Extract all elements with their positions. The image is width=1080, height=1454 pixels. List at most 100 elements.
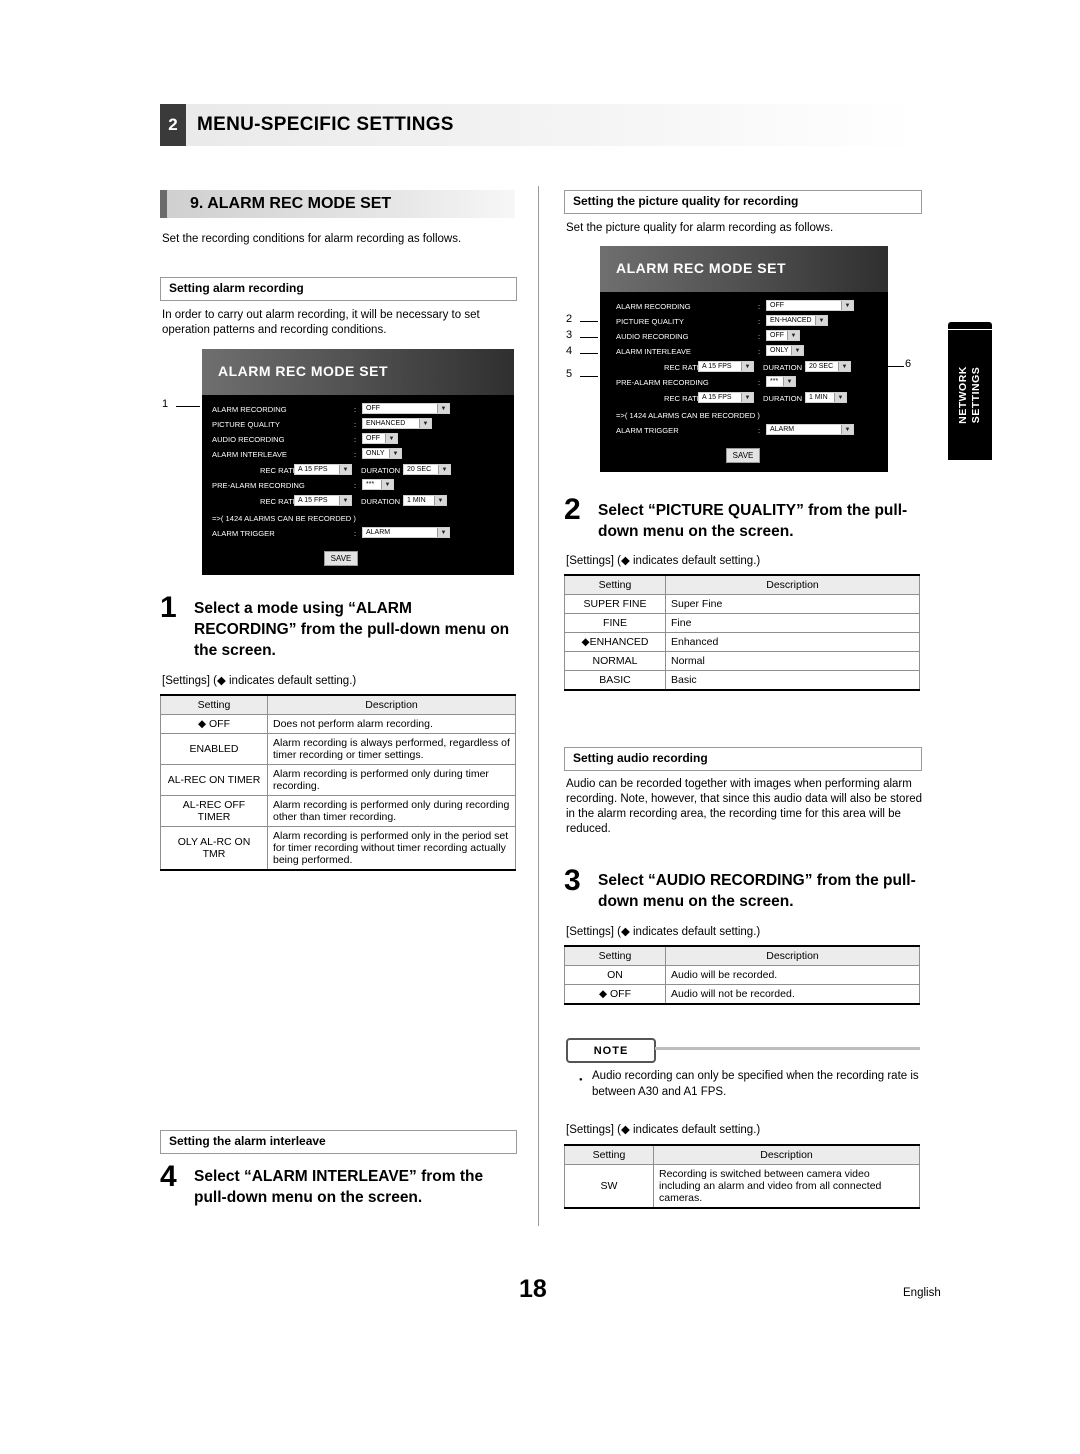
cell-description: Alarm recording is performed only in the… xyxy=(267,826,516,871)
chevron-down-icon: ▼ xyxy=(438,465,450,474)
callout-3: 3 xyxy=(566,329,573,341)
note-rule xyxy=(655,1047,920,1050)
column-divider xyxy=(538,186,539,1226)
chevron-down-icon: ▼ xyxy=(838,362,850,371)
chevron-down-icon: ▼ xyxy=(381,480,393,489)
callout-6-leader xyxy=(888,366,904,367)
dropdown-duration-2[interactable]: 1 MIN ▼ xyxy=(805,392,847,403)
row-colon-1: : xyxy=(758,302,761,311)
dropdown-alarm-trigger-value: ALARM xyxy=(770,426,795,433)
dropdown-alarm-interleave-value: ONLY xyxy=(366,450,385,457)
chevron-down-icon: ▼ xyxy=(841,425,853,434)
cell-setting: OLY AL-RC ON TMR xyxy=(160,826,268,871)
label-duration-1: DURATION : xyxy=(361,466,405,475)
chapter-title: MENU-SPECIFIC SETTINGS xyxy=(197,114,454,135)
dropdown-picture-quality[interactable]: EN-HANCED ▼ xyxy=(766,315,828,326)
dropdown-picture-quality[interactable]: ENHANCED ▼ xyxy=(362,418,432,429)
row-colon-6: : xyxy=(354,529,357,538)
dropdown-duration-2[interactable]: 1 MIN ▼ xyxy=(403,495,447,506)
language-label: English xyxy=(903,1287,941,1299)
screen-alarm-rec-mode-set-right: ALARM REC MODE SET ALARM RECORDING : OFF… xyxy=(600,246,888,472)
chevron-down-icon: ▼ xyxy=(841,301,853,310)
chevron-down-icon: ▼ xyxy=(741,362,753,371)
table-row: OLY AL-RC ON TMR Alarm recording is perf… xyxy=(160,826,516,871)
step-2-number: 2 xyxy=(564,493,581,526)
dropdown-duration-1[interactable]: 20 SEC ▼ xyxy=(403,464,451,475)
row-label-alarm-recording: ALARM RECORDING xyxy=(212,405,287,414)
callout-5-leader xyxy=(580,376,598,377)
left-sub1-body: In order to carry out alarm recording, i… xyxy=(162,309,480,336)
dropdown-alarm-trigger[interactable]: ALARM ▼ xyxy=(766,424,854,435)
cell-description: Audio will be recorded. xyxy=(665,965,920,985)
dropdown-alarm-interleave[interactable]: ONLY ▼ xyxy=(362,448,402,459)
step-3-settings-note: [Settings] (◆ indicates default setting.… xyxy=(566,926,761,938)
row-colon-6: : xyxy=(758,426,761,435)
dropdown-prealarm-recording-value: *** xyxy=(366,481,375,488)
callout-3-leader xyxy=(580,337,598,338)
row-colon-3: : xyxy=(758,332,761,341)
cell-description: Recording is switched between camera vid… xyxy=(653,1164,920,1209)
note-label: NOTE xyxy=(566,1038,656,1063)
dropdown-rec-rate-2[interactable]: A 15 FPS ▼ xyxy=(698,392,754,403)
row-label-picture-quality: PICTURE QUALITY xyxy=(616,317,684,326)
cell-setting: NORMAL xyxy=(564,651,666,671)
dropdown-rec-rate-2[interactable]: A 15 FPS ▼ xyxy=(294,495,352,506)
dropdown-alarm-recording-value: OFF xyxy=(770,302,784,309)
dropdown-duration-2-value: 1 MIN xyxy=(407,497,426,504)
table-header-row: Setting Description xyxy=(564,574,920,595)
callout-2-leader xyxy=(580,321,598,322)
table-row: SW Recording is switched between camera … xyxy=(564,1164,920,1209)
table-row: ◆ENHANCED Enhanced xyxy=(564,632,920,652)
dropdown-rec-rate-1[interactable]: A 15 FPS ▼ xyxy=(698,361,754,372)
col-description: Description xyxy=(665,945,920,966)
cell-description: Basic xyxy=(665,670,920,691)
callout-6: 6 xyxy=(905,358,912,370)
dropdown-prealarm-recording[interactable]: *** ▼ xyxy=(766,376,796,387)
label-alarm-trigger: ALARM TRIGGER xyxy=(212,529,275,538)
table-row: AL-REC OFF TIMER Alarm recording is perf… xyxy=(160,795,516,827)
table-row: ON Audio will be recorded. xyxy=(564,965,920,985)
table-row: ENABLED Alarm recording is always perfor… xyxy=(160,733,516,765)
label-duration-1: DURATION : xyxy=(763,363,807,372)
row-label-alarm-interleave: ALARM INTERLEAVE xyxy=(212,450,287,459)
callout-5: 5 xyxy=(566,368,573,380)
side-tab-line1: NETWORK xyxy=(957,366,969,424)
label-duration-2: DURATION : xyxy=(361,497,405,506)
row-label-audio-recording: AUDIO RECORDING xyxy=(616,332,689,341)
row-label-alarm-interleave: ALARM INTERLEAVE xyxy=(616,347,691,356)
dropdown-rec-rate-1[interactable]: A 15 FPS ▼ xyxy=(294,464,352,475)
section-title-tick xyxy=(160,190,167,218)
label-prealarm-recording: PRE-ALARM RECORDING xyxy=(616,378,709,387)
col-description: Description xyxy=(267,694,516,715)
section-title-bar: 9. ALARM REC MODE SET xyxy=(160,190,515,218)
dropdown-duration-1[interactable]: 20 SEC ▼ xyxy=(805,361,851,372)
dropdown-alarm-interleave[interactable]: ONLY ▼ xyxy=(766,345,804,356)
dropdown-alarm-recording[interactable]: OFF ▼ xyxy=(362,403,450,414)
dropdown-prealarm-recording[interactable]: *** ▼ xyxy=(362,479,394,490)
dropdown-alarm-trigger-value: ALARM xyxy=(366,529,391,536)
callout-2: 2 xyxy=(566,313,573,325)
side-tab-network-settings: NETWORK SETTINGS xyxy=(948,330,992,460)
screen-alarm-rec-mode-set-left: ALARM REC MODE SET ALARM RECORDING : OFF… xyxy=(202,349,514,575)
cell-description: Alarm recording is performed only during… xyxy=(267,795,516,827)
row-colon-4: : xyxy=(758,347,761,356)
chevron-down-icon: ▼ xyxy=(741,393,753,402)
dropdown-alarm-recording[interactable]: OFF ▼ xyxy=(766,300,854,311)
step-4-number: 4 xyxy=(160,1160,177,1193)
dropdown-alarm-trigger[interactable]: ALARM ▼ xyxy=(362,527,450,538)
side-tab-label: NETWORK SETTINGS xyxy=(957,366,983,424)
save-button[interactable]: SAVE xyxy=(726,448,760,463)
row-colon-4: : xyxy=(354,450,357,459)
right-sub2-body: Audio can be recorded together with imag… xyxy=(566,778,923,835)
dropdown-alarm-interleave-value: ONLY xyxy=(770,347,789,354)
table-header-row: Setting Description xyxy=(564,945,920,966)
row-colon-3: : xyxy=(354,435,357,444)
save-button[interactable]: SAVE xyxy=(324,551,358,566)
dropdown-alarm-recording-value: OFF xyxy=(366,405,380,412)
dropdown-audio-recording[interactable]: OFF ▼ xyxy=(766,330,800,341)
table-row: NORMAL Normal xyxy=(564,651,920,671)
dropdown-audio-recording[interactable]: OFF ▼ xyxy=(362,433,398,444)
cell-setting: ON xyxy=(564,965,666,985)
cell-setting: ◆ENHANCED xyxy=(564,632,666,652)
dropdown-audio-recording-value: OFF xyxy=(770,332,784,339)
